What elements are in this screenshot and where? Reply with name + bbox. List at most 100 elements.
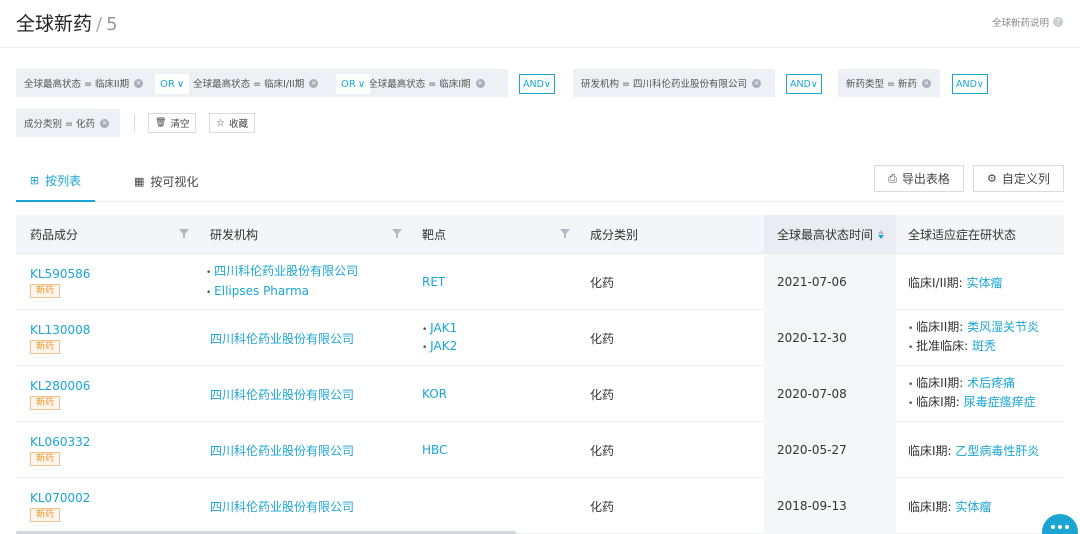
or-label: OR — [341, 78, 356, 90]
chat-icon — [1058, 525, 1062, 529]
indication-link[interactable]: 斑秃 — [972, 339, 996, 353]
drug-link[interactable]: KL060332 — [30, 435, 90, 449]
tab-visual-label: 按可视化 — [150, 174, 199, 189]
indication-cell: 临床I/II期: 实体瘤 — [908, 254, 1003, 310]
filter-chip[interactable]: 新药类型 = 新药 × — [838, 69, 940, 97]
indication-status: 临床I期: — [908, 499, 952, 514]
table-row: KL130008 新药 四川科伦药业股份有限公司 JAK1 JAK2 化药 20… — [16, 310, 1064, 366]
table-row: KL590586 新药 四川科伦药业股份有限公司 Ellipses Pharma… — [16, 254, 1064, 310]
target-link[interactable]: HBC — [422, 443, 447, 457]
org-cell: 四川科伦药业股份有限公司 Ellipses Pharma — [206, 254, 358, 310]
filter-group-status: 全球最高状态 = 临床II期 × 全球最高状态 = 临床I/II期 × 全球最高状态… — [16, 69, 508, 97]
indication-link[interactable]: 实体瘤 — [955, 500, 991, 514]
sort-icon[interactable] — [878, 230, 885, 239]
column-header-date-label: 全球最高状态时间 — [777, 228, 874, 242]
indication-link[interactable]: 类风湿关节炎 — [967, 320, 1039, 334]
table-row: KL280006 新药 四川科伦药业股份有限公司 KOR 化药 2020-07-… — [16, 366, 1064, 422]
drug-cell: KL130008 新药 — [30, 310, 90, 366]
filter-chip[interactable]: 全球最高状态 = 临床I/II期 × — [185, 69, 326, 97]
indication-status: 临床I期: — [916, 395, 960, 409]
or-label: OR — [160, 78, 175, 90]
custom-columns-button[interactable]: ⚙ 自定义列 — [973, 165, 1064, 192]
target-cell: RET — [422, 254, 445, 310]
filter-chip-label: 研发机构 = 四川科伦药业股份有限公司 — [581, 79, 747, 90]
indication-link[interactable]: 尿毒症瘙痒症 — [964, 395, 1036, 409]
org-link[interactable]: 四川科伦药业股份有限公司 — [210, 330, 354, 347]
gear-icon: ⚙ — [987, 172, 997, 185]
save-button[interactable]: ☆ 收藏 — [209, 113, 255, 133]
column-header-date[interactable]: 全球最高状态时间 — [764, 215, 896, 254]
remove-icon[interactable]: × — [752, 78, 761, 88]
target-link[interactable]: KOR — [422, 387, 447, 401]
filter-icon[interactable] — [560, 229, 570, 238]
export-button[interactable]: ⎙ 导出表格 — [874, 165, 964, 192]
filter-chip-label: 全球最高状态 = 临床I期 — [368, 79, 471, 90]
filter-chip[interactable]: 全球最高状态 = 临床II期 × — [16, 69, 151, 97]
drug-link[interactable]: KL070002 — [30, 491, 90, 505]
org-link[interactable]: 四川科伦药业股份有限公司 — [210, 442, 354, 459]
column-header-indication: 全球适应症在研状态 — [908, 228, 1017, 242]
remove-icon[interactable]: × — [475, 78, 485, 88]
and-label: AND — [523, 78, 544, 90]
org-link[interactable]: 四川科伦药业股份有限公司 — [206, 262, 358, 282]
or-operator-dropdown[interactable]: OR ∨ — [336, 74, 371, 94]
save-label: 收藏 — [228, 119, 248, 130]
category-cell: 化药 — [590, 387, 615, 402]
tab-visual[interactable]: ▦ 按可视化 — [134, 160, 198, 202]
indication-link[interactable]: 实体瘤 — [967, 276, 1003, 290]
remove-icon[interactable]: × — [134, 78, 144, 88]
and-operator-dropdown[interactable]: AND ∨ — [519, 74, 555, 94]
category-cell: 化药 — [590, 499, 615, 514]
drug-cell: KL590586 新药 — [30, 254, 90, 310]
filter-chip-label: 全球最高状态 = 临床I/II期 — [193, 79, 305, 90]
divider — [134, 114, 135, 132]
or-operator-dropdown[interactable]: OR ∨ — [155, 74, 190, 94]
drug-link[interactable]: KL590586 — [30, 267, 90, 281]
target-link[interactable]: RET — [422, 275, 445, 289]
drug-cell: KL280006 新药 — [30, 366, 90, 422]
drug-link[interactable]: KL130008 — [30, 323, 90, 337]
help-link[interactable]: 全球新药说明 ? — [992, 15, 1063, 29]
target-cell: HBC — [422, 422, 447, 478]
target-link[interactable]: JAK1 — [422, 320, 457, 338]
category-cell: 化药 — [590, 275, 615, 290]
target-link[interactable]: JAK2 — [422, 338, 457, 356]
filter-icon[interactable] — [179, 229, 189, 238]
org-link[interactable]: 四川科伦药业股份有限公司 — [210, 498, 354, 515]
result-count: 5 — [106, 14, 118, 35]
filter-chip[interactable]: 成分类别 = 化药 × — [16, 109, 120, 137]
org-link[interactable]: 四川科伦药业股份有限公司 — [210, 386, 354, 403]
indication-link[interactable]: 术后疼痛 — [967, 376, 1015, 390]
tab-list[interactable]: ⊞ 按列表 — [16, 160, 95, 202]
clear-button[interactable]: 🗑 清空 — [148, 113, 197, 133]
table-header: 药品成分 研发机构 靶点 成分类别 全球最高状态时间 全球适应症在研状态 — [16, 215, 1064, 254]
remove-icon[interactable]: × — [922, 78, 931, 88]
filter-icon[interactable] — [392, 229, 402, 238]
new-drug-badge: 新药 — [30, 451, 60, 466]
new-drug-badge: 新药 — [30, 507, 60, 522]
help-label: 全球新药说明 — [991, 18, 1049, 29]
new-drug-badge: 新药 — [30, 395, 60, 410]
indication-link[interactable]: 乙型病毒性肝炎 — [955, 444, 1039, 458]
org-link[interactable]: Ellipses Pharma — [206, 282, 358, 302]
filter-chip[interactable]: 全球最高状态 = 临床I期 × — [360, 69, 492, 97]
category-cell: 化药 — [590, 331, 615, 346]
indication-status: 批准临床: — [916, 339, 969, 353]
drug-link[interactable]: KL280006 — [30, 379, 90, 393]
remove-icon[interactable]: × — [100, 118, 109, 128]
and-operator-dropdown[interactable]: AND ∨ — [786, 74, 822, 94]
filter-chip[interactable]: 研发机构 = 四川科伦药业股份有限公司 × — [573, 69, 775, 97]
help-icon: ? — [1053, 17, 1063, 27]
chevron-down-icon: ∨ — [176, 78, 185, 90]
star-icon: ☆ — [216, 117, 225, 129]
and-operator-dropdown[interactable]: AND ∨ — [952, 74, 988, 94]
org-cell: 四川科伦药业股份有限公司 — [210, 478, 354, 534]
indication-cell: 临床II期: 类风湿关节炎 批准临床: 斑秃 — [908, 310, 1039, 366]
new-drug-badge: 新药 — [30, 339, 60, 354]
page-header: 全球新药/5 全球新药说明 ? — [0, 0, 1080, 48]
date-cell: 2020-12-30 — [764, 310, 896, 366]
filter-chip-label: 成分类别 = 化药 — [24, 119, 95, 130]
column-header-category: 成分类别 — [590, 228, 639, 242]
filter-chip-label: 全球最高状态 = 临床II期 — [24, 79, 130, 90]
remove-icon[interactable]: × — [309, 78, 319, 88]
